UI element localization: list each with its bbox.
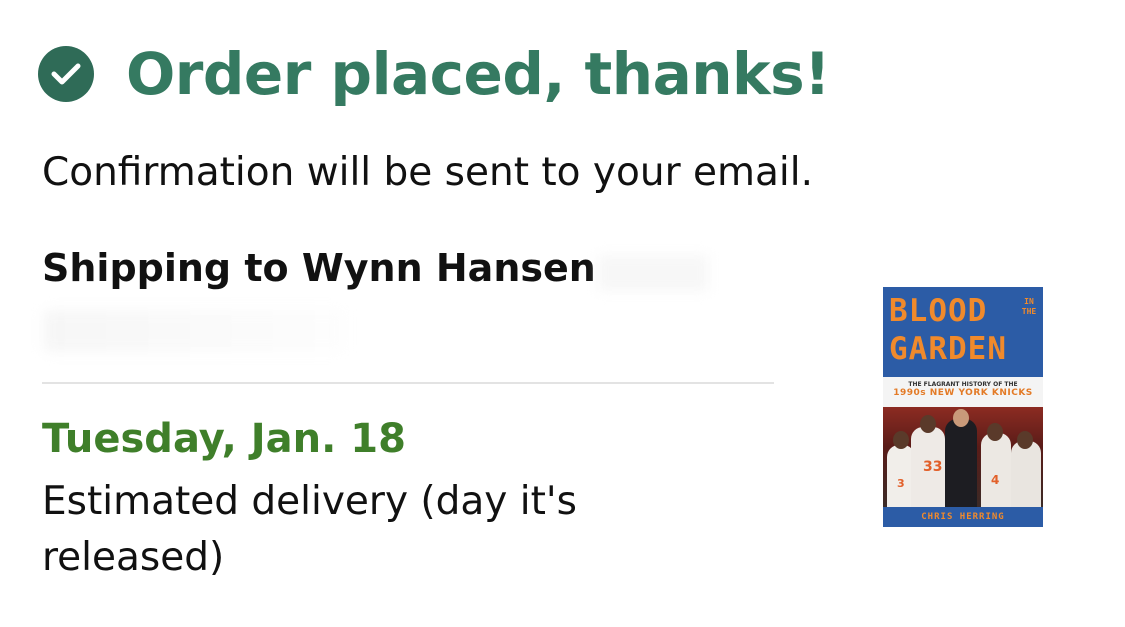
page-title: Order placed, thanks!: [126, 40, 831, 108]
jersey-number: 33: [923, 459, 943, 475]
jersey-number: 4: [991, 473, 1000, 487]
player-head: [1017, 431, 1033, 449]
product-image[interactable]: BLOOD IN THE GARDEN THE FLAGRANT HISTORY…: [883, 287, 1043, 527]
book-author: CHRIS HERRING: [883, 507, 1043, 527]
divider: [42, 382, 774, 384]
delivery-date: Tuesday, Jan. 18: [42, 416, 406, 462]
book-title-inthe: IN THE: [1021, 297, 1037, 316]
order-confirmation-header: Order placed, thanks!: [38, 40, 831, 108]
delivery-estimate-note: Estimated delivery (day it's released): [42, 479, 577, 580]
player-head: [987, 423, 1003, 441]
confirmation-message: Confirmation will be sent to your email.: [42, 150, 813, 195]
coach-figure: [945, 419, 977, 507]
book-cover-photo: 33 3 4: [883, 407, 1043, 507]
coach-head: [953, 409, 969, 427]
shipping-recipient: Shipping to Wynn Hansen: [42, 246, 596, 290]
book-title-line1: BLOOD: [889, 293, 988, 329]
redacted-name: [598, 255, 708, 291]
checkmark-icon: [51, 63, 81, 85]
player-figure: [981, 433, 1011, 507]
player-head: [893, 431, 909, 449]
player-figure: [1011, 441, 1041, 507]
check-circle-icon: [38, 46, 94, 102]
redacted-address: [44, 310, 344, 352]
book-title-line2: GARDEN: [889, 331, 1007, 367]
book-subtitle-band: THE FLAGRANT HISTORY OF THE 1990s NEW YO…: [883, 377, 1043, 407]
player-head: [920, 415, 936, 433]
jersey-number: 3: [897, 477, 905, 490]
book-subtitle-2: 1990s NEW YORK KNICKS: [893, 388, 1033, 398]
book-subtitle-1: THE FLAGRANT HISTORY OF THE: [908, 381, 1018, 388]
